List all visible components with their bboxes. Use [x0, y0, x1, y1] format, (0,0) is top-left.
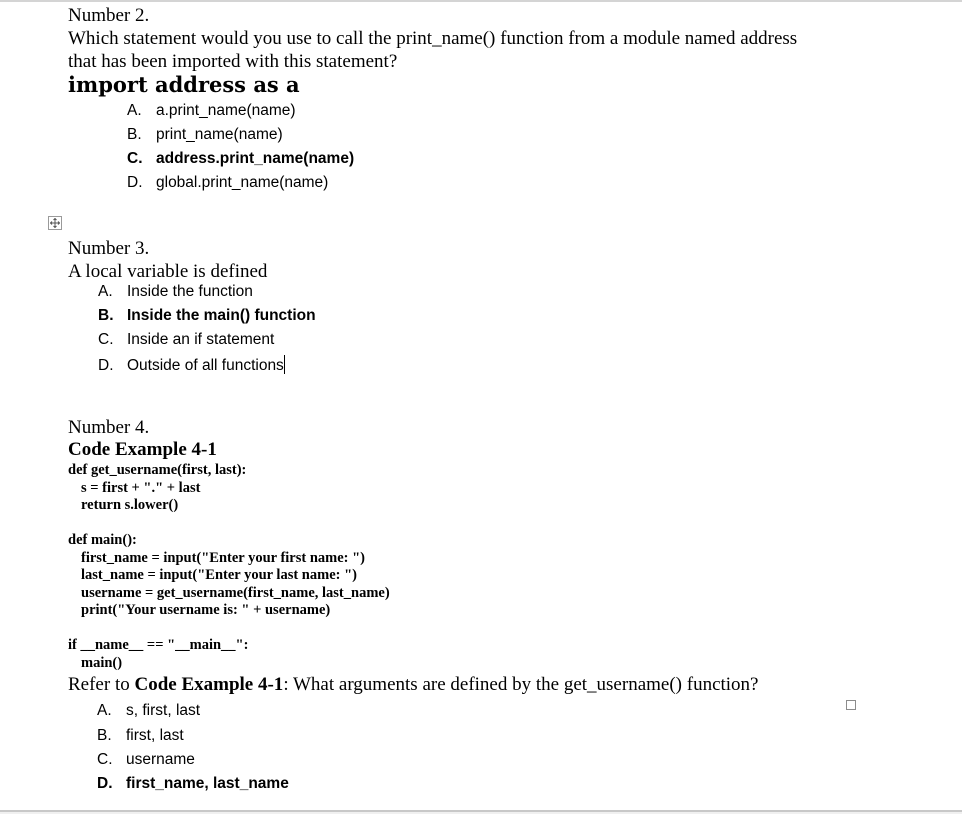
question-number: Number 3.: [68, 238, 150, 259]
question-prompt: A local variable is defined: [68, 261, 268, 282]
option-text: global.print_name(name): [156, 174, 329, 191]
option-text: first, last: [126, 727, 184, 744]
option-letter: B.: [98, 307, 114, 324]
option-b[interactable]: B. print_name(name): [127, 125, 283, 145]
option-letter: A.: [97, 702, 112, 719]
prompt-code-ref: Code Example 4-1: [134, 674, 284, 695]
code-example-title: Code Example 4-1: [68, 439, 217, 460]
question-prompt-line-1: Which statement would you use to call th…: [68, 28, 798, 49]
code-block: def get_username(first, last): s = first…: [68, 462, 390, 672]
question-number: Number 4.: [68, 417, 150, 438]
option-text: first_name, last_name: [126, 775, 289, 792]
option-c-selected[interactable]: C. address.print_name(name): [127, 149, 354, 169]
option-text: a.print_name(name): [156, 102, 296, 119]
option-a[interactable]: A. a.print_name(name): [127, 101, 296, 121]
option-text: address.print_name(name): [156, 150, 355, 167]
option-text: Outside of all functions: [127, 357, 284, 374]
code-line: def get_username(first, last):: [68, 462, 247, 478]
code-line: first_name = input("Enter your first nam…: [81, 549, 365, 566]
code-line: return s.lower(): [81, 497, 179, 513]
option-d[interactable]: D. global.print_name(name): [127, 173, 328, 193]
option-text: username: [126, 751, 195, 768]
text-cursor: [283, 355, 285, 374]
move-arrows-icon[interactable]: [48, 216, 62, 230]
option-a[interactable]: A. Inside the function: [98, 282, 253, 302]
code-line: username = get_username(first_name, last…: [81, 584, 390, 601]
move-arrows-glyph: [50, 218, 60, 228]
code-line: def main():: [68, 532, 137, 548]
code-line: main(): [81, 654, 123, 671]
option-letter: D.: [127, 174, 143, 191]
question-prompt: Refer to Code Example 4-1: What argument…: [68, 673, 759, 696]
option-letter: D.: [97, 775, 113, 792]
option-letter: C.: [98, 331, 114, 348]
option-text: Inside the main() function: [127, 307, 316, 324]
code-line: if __name__ == "__main__":: [68, 637, 249, 653]
prompt-suffix: : What arguments are defined by the get_…: [283, 674, 759, 695]
option-letter: C.: [127, 150, 143, 167]
option-b[interactable]: B. first, last: [97, 726, 184, 746]
option-letter: B.: [97, 727, 112, 744]
option-letter: B.: [127, 126, 142, 143]
option-text: print_name(name): [156, 126, 283, 143]
code-line: s = first + "." + last: [81, 479, 201, 496]
option-b-selected[interactable]: B. Inside the main() function: [98, 306, 316, 326]
option-letter: A.: [98, 283, 113, 300]
question-prompt-line-2: that has been imported with this stateme…: [68, 51, 398, 72]
prompt-prefix: Refer to: [68, 674, 135, 695]
option-text: s, first, last: [126, 702, 201, 719]
question-number: Number 2.: [68, 5, 150, 26]
option-d-selected[interactable]: D. first_name, last_name: [97, 774, 289, 794]
page-top-border: [0, 0, 962, 2]
resize-square-icon[interactable]: [846, 700, 856, 710]
option-text: Inside the function: [127, 283, 253, 300]
option-a[interactable]: A. s, first, last: [97, 701, 200, 721]
code-line: print("Your username is: " + username): [81, 602, 331, 618]
option-letter: A.: [127, 102, 142, 119]
option-letter: D.: [98, 357, 114, 374]
option-text: Inside an if statement: [127, 331, 275, 348]
option-c[interactable]: C. username: [97, 750, 195, 770]
option-d[interactable]: D. Outside of all functions: [98, 355, 285, 376]
option-letter: C.: [97, 751, 113, 768]
option-c[interactable]: C. Inside an if statement: [98, 330, 274, 350]
code-line: last_name = input("Enter your last name:…: [81, 567, 357, 583]
import-statement: import address as a: [68, 72, 300, 97]
